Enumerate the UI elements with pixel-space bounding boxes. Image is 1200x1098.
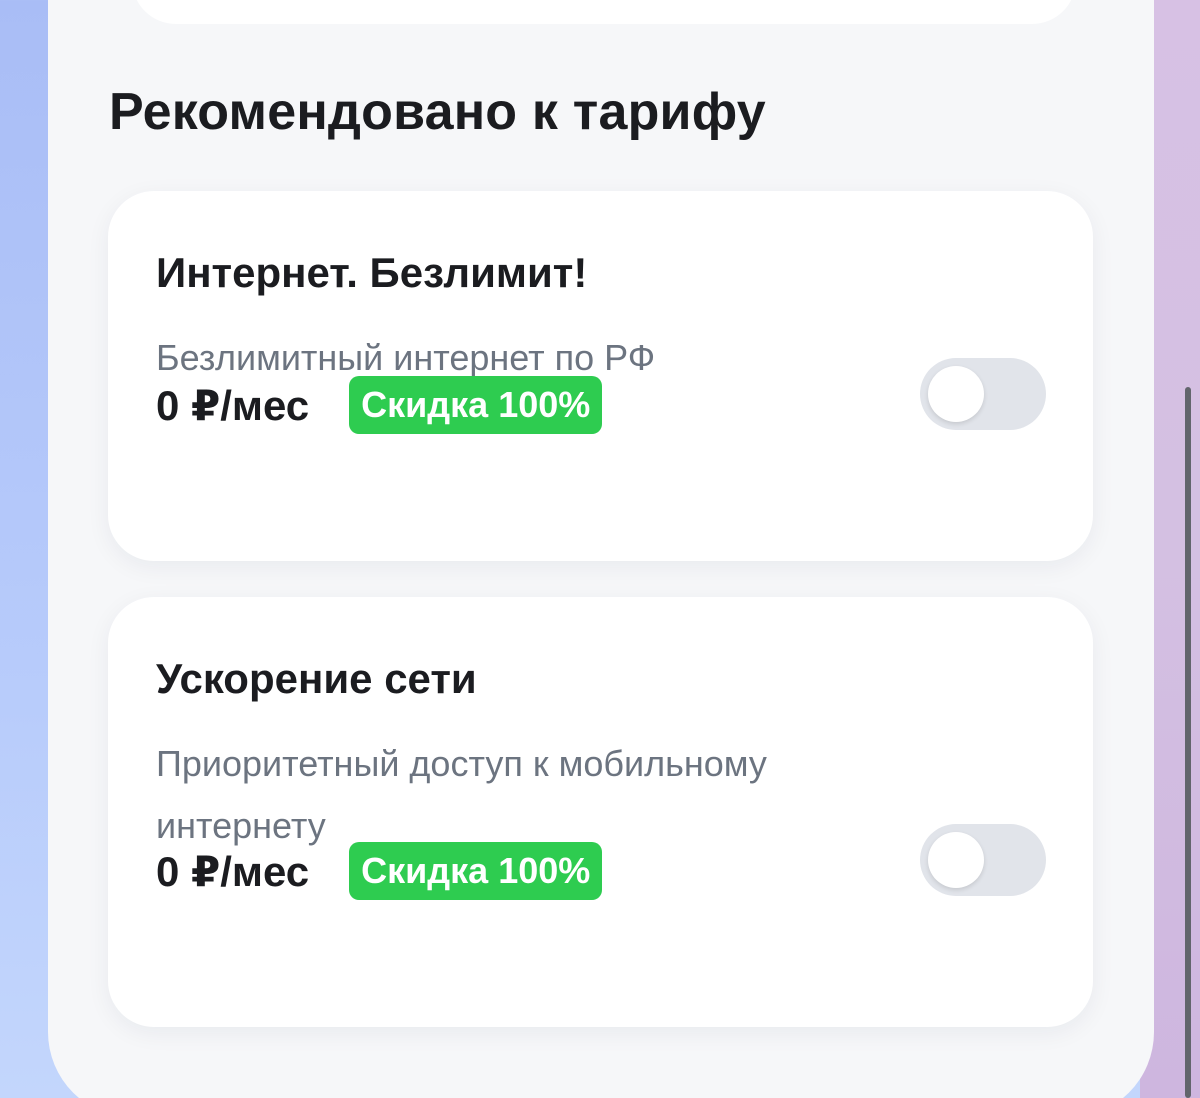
discount-badge: Скидка 100% — [349, 376, 603, 434]
option-card-network-boost[interactable]: Ускорение сети Приоритетный доступ к моб… — [108, 597, 1093, 1027]
section-title: Рекомендовано к тарифу — [109, 83, 766, 141]
price-row: 0 ₽/мес Скидка 100% — [156, 376, 603, 434]
option-title: Ускорение сети — [156, 655, 477, 702]
scrollbar[interactable] — [1185, 387, 1191, 1098]
content-sheet: Рекомендовано к тарифу Интернет. Безлими… — [48, 0, 1154, 1098]
previous-card — [132, 0, 1076, 24]
option-card-unlimited-internet[interactable]: Интернет. Безлимит! Безлимитный интернет… — [108, 191, 1093, 561]
option-toggle[interactable] — [920, 824, 1046, 896]
option-description: Приоритетный доступ к мобильному интерне… — [156, 743, 767, 846]
toggle-knob — [928, 832, 984, 888]
option-toggle[interactable] — [920, 358, 1046, 430]
price-row: 0 ₽/мес Скидка 100% — [156, 842, 603, 900]
option-price: 0 ₽/мес — [156, 381, 310, 429]
discount-badge: Скидка 100% — [349, 842, 603, 900]
option-title: Интернет. Безлимит! — [156, 249, 588, 296]
toggle-knob — [928, 366, 984, 422]
option-price: 0 ₽/мес — [156, 847, 310, 895]
